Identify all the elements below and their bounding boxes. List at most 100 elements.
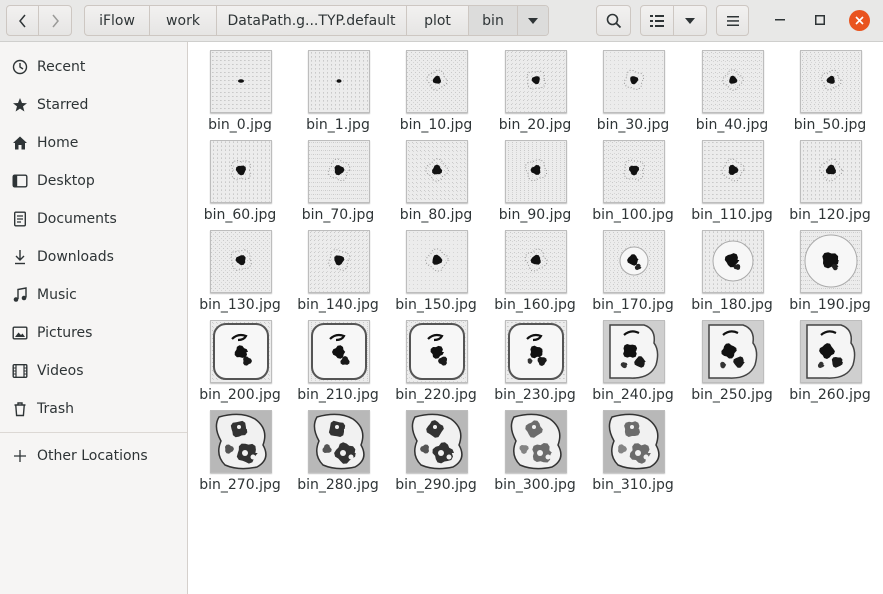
file-item[interactable]: bin_80.jpg — [388, 133, 484, 223]
image-thumbnail — [505, 140, 567, 203]
close-button[interactable] — [849, 10, 870, 31]
image-thumbnail — [702, 320, 764, 383]
header-bar: iFlow work DataPath.g...TYP.default plot… — [0, 0, 883, 42]
file-item[interactable]: bin_140.jpg — [290, 223, 386, 313]
image-thumbnail — [702, 230, 764, 293]
file-item[interactable]: bin_190.jpg — [782, 223, 878, 313]
back-button[interactable] — [6, 5, 39, 36]
file-item[interactable]: bin_180.jpg — [684, 223, 780, 313]
image-thumbnail — [210, 320, 272, 383]
breadcrumb-item[interactable]: plot — [407, 6, 469, 35]
file-name: bin_190.jpg — [789, 297, 871, 313]
sidebar: Recent Starred Home Desktop Documents Do… — [0, 42, 188, 594]
sidebar-separator — [0, 432, 187, 433]
sidebar-item-starred[interactable]: Starred — [0, 86, 187, 124]
file-item[interactable]: bin_20.jpg — [487, 43, 583, 133]
sidebar-item-videos[interactable]: Videos — [0, 352, 187, 390]
music-icon — [12, 287, 28, 303]
file-item[interactable]: bin_230.jpg — [487, 313, 583, 403]
file-item[interactable]: bin_90.jpg — [487, 133, 583, 223]
sidebar-item-trash[interactable]: Trash — [0, 390, 187, 428]
file-item[interactable]: bin_50.jpg — [782, 43, 878, 133]
minimize-icon — [775, 19, 785, 21]
list-view-button[interactable] — [640, 5, 674, 36]
plus-icon — [12, 448, 28, 464]
file-item[interactable]: bin_250.jpg — [684, 313, 780, 403]
chevron-right-icon — [52, 14, 59, 27]
list-view-icon — [650, 14, 664, 27]
breadcrumb-item[interactable]: DataPath.g...TYP.default — [217, 6, 407, 35]
file-item[interactable]: bin_310.jpg — [585, 403, 681, 493]
file-item[interactable]: bin_160.jpg — [487, 223, 583, 313]
image-thumbnail — [702, 50, 764, 113]
view-options-button[interactable] — [673, 5, 707, 36]
file-item[interactable]: bin_300.jpg — [487, 403, 583, 493]
breadcrumb-item-current[interactable]: bin — [469, 6, 518, 35]
file-item[interactable]: bin_170.jpg — [585, 223, 681, 313]
image-thumbnail — [308, 320, 370, 383]
search-button[interactable] — [596, 5, 631, 36]
file-name: bin_260.jpg — [789, 387, 871, 403]
file-item[interactable]: bin_30.jpg — [585, 43, 681, 133]
breadcrumb-dropdown[interactable] — [518, 6, 548, 35]
image-thumbnail — [406, 50, 468, 113]
search-icon — [606, 13, 621, 28]
sidebar-item-documents[interactable]: Documents — [0, 200, 187, 238]
forward-button[interactable] — [38, 5, 72, 36]
breadcrumb-item[interactable]: iFlow — [85, 6, 150, 35]
image-thumbnail — [308, 410, 370, 473]
file-item[interactable]: bin_0.jpg — [192, 43, 288, 133]
sidebar-item-label: Pictures — [37, 325, 93, 341]
image-thumbnail — [800, 230, 862, 293]
file-name: bin_310.jpg — [592, 477, 674, 493]
file-item[interactable]: bin_100.jpg — [585, 133, 681, 223]
image-thumbnail — [800, 320, 862, 383]
image-thumbnail — [800, 140, 862, 203]
menu-button[interactable] — [716, 5, 749, 36]
sidebar-item-label: Downloads — [37, 249, 114, 265]
image-thumbnail — [505, 320, 567, 383]
sidebar-item-pictures[interactable]: Pictures — [0, 314, 187, 352]
file-item[interactable]: bin_150.jpg — [388, 223, 484, 313]
file-item[interactable]: bin_240.jpg — [585, 313, 681, 403]
sidebar-item-label: Music — [37, 287, 77, 303]
sidebar-item-downloads[interactable]: Downloads — [0, 238, 187, 276]
sidebar-item-music[interactable]: Music — [0, 276, 187, 314]
image-thumbnail — [406, 410, 468, 473]
image-thumbnail — [603, 320, 665, 383]
desktop-icon — [12, 173, 28, 189]
file-item[interactable]: bin_110.jpg — [684, 133, 780, 223]
file-item[interactable]: bin_200.jpg — [192, 313, 288, 403]
breadcrumb-item[interactable]: work — [150, 6, 217, 35]
file-item[interactable]: bin_40.jpg — [684, 43, 780, 133]
file-item[interactable]: bin_60.jpg — [192, 133, 288, 223]
sidebar-item-recent[interactable]: Recent — [0, 48, 187, 86]
sidebar-item-other-locations[interactable]: Other Locations — [0, 437, 187, 475]
file-item[interactable]: bin_70.jpg — [290, 133, 386, 223]
minimize-button[interactable] — [772, 11, 788, 29]
image-thumbnail — [800, 50, 862, 113]
file-item[interactable]: bin_260.jpg — [782, 313, 878, 403]
file-item[interactable]: bin_1.jpg — [290, 43, 386, 133]
file-item[interactable]: bin_280.jpg — [290, 403, 386, 493]
file-item[interactable]: bin_270.jpg — [192, 403, 288, 493]
sidebar-item-label: Home — [37, 135, 79, 151]
file-item[interactable]: bin_130.jpg — [192, 223, 288, 313]
maximize-button[interactable] — [812, 12, 828, 28]
file-item[interactable]: bin_120.jpg — [782, 133, 878, 223]
file-item[interactable]: bin_10.jpg — [388, 43, 484, 133]
home-icon — [12, 135, 28, 151]
file-item[interactable]: bin_290.jpg — [388, 403, 484, 493]
file-item[interactable]: bin_220.jpg — [388, 313, 484, 403]
file-name: bin_50.jpg — [793, 117, 867, 133]
sidebar-item-label: Other Locations — [37, 448, 148, 464]
file-name: bin_120.jpg — [789, 207, 871, 223]
trash-icon — [12, 401, 28, 417]
image-thumbnail — [406, 320, 468, 383]
file-item[interactable]: bin_210.jpg — [290, 313, 386, 403]
sidebar-item-desktop[interactable]: Desktop — [0, 162, 187, 200]
caret-down-icon — [685, 17, 695, 24]
sidebar-item-home[interactable]: Home — [0, 124, 187, 162]
sidebar-item-label: Videos — [37, 363, 84, 379]
image-thumbnail — [505, 50, 567, 113]
